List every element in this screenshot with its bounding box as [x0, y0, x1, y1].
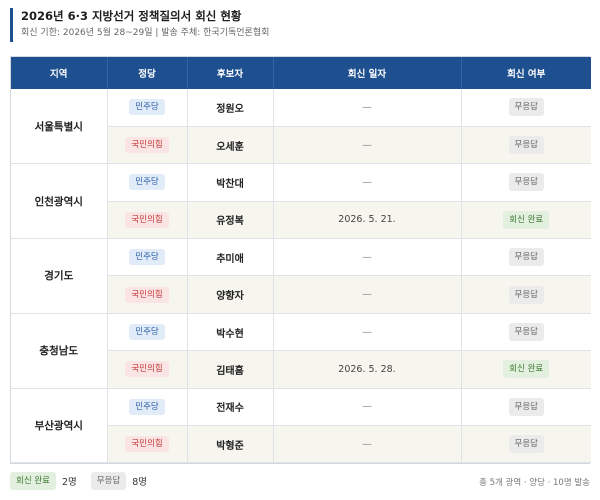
table-row: 부산광역시 민주당 전재수 — 무응답: [11, 388, 591, 464]
party-badge: 국민의힘: [125, 211, 169, 228]
candidate-cell: 박형준: [187, 425, 274, 464]
status-badge: 무응답: [508, 173, 544, 192]
reply-status-cell: 무응답: [461, 275, 591, 314]
reply-date-cell: —: [273, 425, 462, 464]
table-footer: 회신 완료 2명 무응답 8명 총 5개 광역 · 양당 · 10명 발송: [10, 472, 590, 492]
page-title: 2026년 6·3 지방선거 정책질의서 회신 현황: [21, 9, 242, 23]
status-badge: 무응답: [508, 98, 544, 117]
candidate-cell: 정원오: [187, 89, 274, 127]
status-badge: 회신 완료: [503, 210, 550, 229]
party-cell: 국민의힘: [107, 126, 188, 165]
party-badge: 국민의힘: [125, 137, 169, 154]
reply-status-cell: 무응답: [461, 89, 591, 127]
reply-status-cell: 무응답: [461, 425, 591, 464]
party-badge: 국민의힘: [125, 436, 169, 453]
reply-date-cell: —: [273, 163, 462, 202]
reply-status-cell: 무응답: [461, 238, 591, 277]
candidate-cell: 전재수: [187, 388, 274, 427]
party-badge: 민주당: [129, 99, 165, 116]
reply-status-cell: 회신 완료: [461, 350, 591, 389]
party-cell: 민주당: [107, 89, 188, 127]
party-cell: 민주당: [107, 313, 188, 352]
legend-badge-done: 회신 완료: [10, 472, 56, 490]
reply-status-cell: 무응답: [461, 313, 591, 352]
region-cell: 서울특별시: [11, 89, 108, 165]
party-badge: 민주당: [129, 249, 165, 266]
legend-count-done: 2명: [61, 477, 77, 488]
table-body: 서울특별시 민주당 정원오 — 무응답 국민의힘 오세훈 — 무응답 인천광역시 민주당 박찬대 — 무응…: [11, 89, 591, 464]
region-cell: 충청남도: [11, 313, 108, 389]
response-table: 지역 정당 후보자 회신 일자 회신 여부 서울특별시 민주당 정원오 — 무응답 국민의…: [10, 56, 591, 465]
table-header-row: 지역 정당 후보자 회신 일자 회신 여부: [11, 57, 591, 89]
reply-status-cell: 무응답: [461, 388, 591, 427]
candidate-cell: 박수현: [187, 313, 274, 352]
table-row: 경기도 민주당 추미애 — 무응답: [11, 238, 591, 314]
region-cell: 부산광역시: [11, 388, 108, 464]
reply-date-cell: —: [273, 388, 462, 427]
candidate-cell: 추미애: [187, 238, 274, 277]
party-cell: 국민의힘: [107, 201, 188, 240]
region-cell: 인천광역시: [11, 163, 108, 240]
reply-date-cell: —: [273, 89, 462, 127]
reply-date-cell: 2026. 5. 28.: [273, 350, 462, 389]
party-cell: 국민의힘: [107, 350, 188, 389]
table-row: 서울특별시 민주당 정원오 — 무응답: [11, 89, 591, 165]
column-header-region: 지역: [11, 57, 108, 89]
reply-date-cell: —: [273, 275, 462, 314]
candidate-cell: 오세훈: [187, 126, 274, 165]
party-badge: 민주당: [129, 324, 165, 341]
status-badge: 무응답: [508, 285, 544, 304]
reply-status-cell: 회신 완료: [461, 201, 591, 240]
status-badge: 무응답: [508, 136, 544, 155]
party-badge: 국민의힘: [125, 361, 169, 378]
reply-date-cell: —: [273, 238, 462, 277]
column-header-party: 정당: [107, 57, 188, 89]
page-header: 2026년 6·3 지방선거 정책질의서 회신 현황 회신 기한: 2026년 …: [10, 8, 590, 42]
candidate-cell: 양향자: [187, 275, 274, 314]
reply-status-cell: 무응답: [461, 163, 591, 202]
reply-date-cell: —: [273, 126, 462, 165]
party-cell: 국민의힘: [107, 425, 188, 464]
party-badge: 국민의힘: [125, 286, 169, 303]
candidate-cell: 유정복: [187, 201, 274, 240]
column-header-reply-status: 회신 여부: [461, 57, 591, 89]
reply-date-cell: —: [273, 313, 462, 352]
candidate-cell: 김태흠: [187, 350, 274, 389]
table-row: 충청남도 민주당 박수현 — 무응답: [11, 313, 591, 389]
status-badge: 무응답: [508, 435, 544, 454]
region-cell: 경기도: [11, 238, 108, 314]
candidate-cell: 박찬대: [187, 163, 274, 202]
status-badge: 무응답: [508, 323, 544, 342]
status-legend: 회신 완료 2명 무응답 8명: [10, 472, 161, 490]
status-badge: 무응답: [508, 248, 544, 267]
page-subtitle: 회신 기한: 2026년 5월 28~29일 | 발송 주체: 한국기독언론협회: [21, 28, 270, 38]
party-cell: 민주당: [107, 238, 188, 277]
reply-status-cell: 무응답: [461, 126, 591, 165]
party-badge: 민주당: [129, 398, 165, 415]
party-cell: 민주당: [107, 388, 188, 427]
party-cell: 국민의힘: [107, 275, 188, 314]
party-badge: 민주당: [129, 174, 165, 191]
reply-date-cell: 2026. 5. 21.: [273, 201, 462, 240]
party-cell: 민주당: [107, 163, 188, 202]
summary-text: 총 5개 광역 · 양당 · 10명 발송: [479, 478, 590, 488]
status-badge: 회신 완료: [503, 360, 550, 379]
column-header-candidate: 후보자: [187, 57, 274, 89]
status-badge: 무응답: [508, 397, 544, 416]
legend-count-none: 8명: [132, 477, 148, 488]
column-header-reply-date: 회신 일자: [273, 57, 462, 89]
legend-badge-none: 무응답: [90, 472, 127, 490]
table-row: 인천광역시 민주당 박찬대 — 무응답: [11, 163, 591, 240]
